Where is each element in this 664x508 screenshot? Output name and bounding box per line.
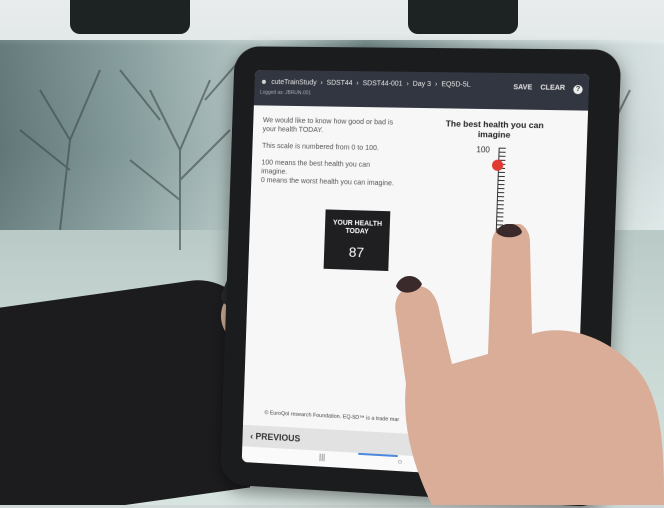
copyright-note: © EuroQol research Foundation. EQ-5D™ is… bbox=[264, 410, 400, 424]
toolbar-actions: SAVE CLEAR ? bbox=[513, 84, 583, 95]
instruction-line: 0 means the worst health you can imagine… bbox=[260, 175, 395, 188]
previous-button[interactable]: ‹ PREVIOUS bbox=[250, 431, 300, 444]
breadcrumb-subject[interactable]: SDST44-001 bbox=[362, 80, 402, 88]
health-today-value: 87 bbox=[348, 243, 365, 261]
recent-apps-icon[interactable]: ||| bbox=[319, 453, 325, 462]
breadcrumb-site[interactable]: SDST44 bbox=[326, 80, 352, 87]
scale-title: The best health you can imagine bbox=[445, 118, 544, 140]
save-button[interactable]: SAVE bbox=[513, 84, 532, 93]
health-today-box: YOUR HEALTH TODAY 87 bbox=[323, 209, 391, 272]
breadcrumb-day[interactable]: Day 3 bbox=[413, 81, 431, 88]
scale-top-value: 100 bbox=[476, 145, 491, 155]
help-icon[interactable]: ? bbox=[573, 84, 583, 95]
instructions: We would like to know how good or bad is… bbox=[260, 115, 399, 195]
clear-button[interactable]: CLEAR bbox=[540, 85, 565, 94]
chevron-right-icon: › bbox=[320, 79, 323, 87]
hand bbox=[395, 224, 664, 505]
app-topbar: ☻ cuteTrainStudy › SDST44 › SDST44-001 ›… bbox=[253, 69, 590, 111]
sleeve bbox=[0, 272, 250, 505]
instruction-line: We would like to know how good or bad is… bbox=[262, 115, 394, 135]
chevron-right-icon: › bbox=[434, 81, 438, 89]
chair bbox=[408, 0, 518, 34]
breadcrumb: ☻ cuteTrainStudy › SDST44 › SDST44-001 ›… bbox=[260, 79, 470, 89]
instruction-line: This scale is numbered from 0 to 100. bbox=[261, 140, 380, 153]
breadcrumb-form[interactable]: EQ5D-5L bbox=[441, 81, 471, 88]
chevron-right-icon: › bbox=[356, 80, 359, 88]
chair bbox=[70, 0, 190, 34]
chevron-right-icon: › bbox=[406, 80, 409, 88]
person-icon: ☻ bbox=[260, 78, 268, 86]
health-today-label: YOUR HEALTH TODAY bbox=[332, 219, 383, 236]
logged-as-text: Logged as: JBRUN-001 bbox=[259, 89, 312, 97]
breadcrumb-study[interactable]: cuteTrainStudy bbox=[271, 79, 316, 86]
